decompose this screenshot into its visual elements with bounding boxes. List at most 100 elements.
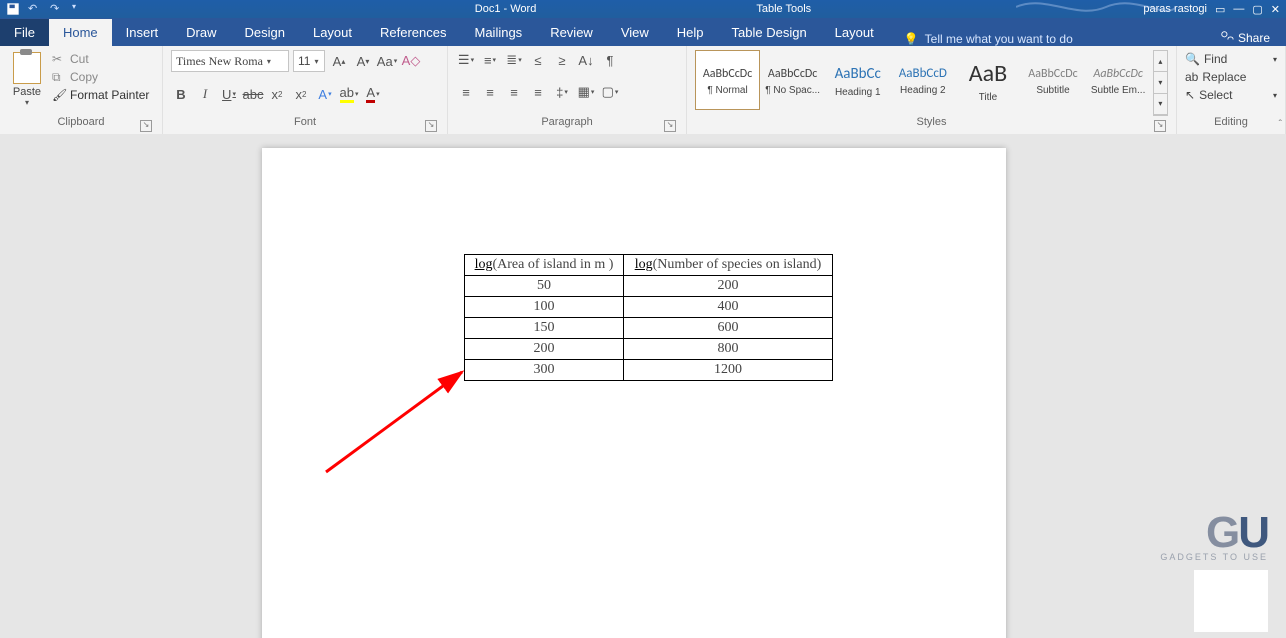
font-color-button[interactable]: A▾ [363,84,383,104]
multilevel-button[interactable]: ≣▾ [504,50,524,70]
justify-button[interactable]: ≡ [528,82,548,102]
document-area[interactable]: log(Area of island in m )log(Number of s… [0,134,1286,638]
text-effects-button[interactable]: A▾ [315,84,335,104]
tab-design[interactable]: Design [231,19,299,46]
table-cell[interactable]: 300 [465,360,624,381]
replace-label: Replace [1202,70,1246,84]
superscript-button[interactable]: x2 [291,84,311,104]
replace-button[interactable]: abReplace [1185,70,1277,84]
chevron-down-icon[interactable]: ▾ [1273,55,1277,64]
dialog-launcher-icon[interactable]: ↘ [664,120,676,132]
increase-indent-button[interactable]: ≥ [552,50,572,70]
tab-layout[interactable]: Layout [299,19,366,46]
table-cell[interactable]: 1200 [624,360,833,381]
styles-scroll[interactable]: ▴▾▾ [1153,50,1168,116]
change-case-button[interactable]: Aa▾ [377,51,397,71]
decrease-indent-button[interactable]: ≤ [528,50,548,70]
tab-view[interactable]: View [607,19,663,46]
dialog-launcher-icon[interactable]: ↘ [140,120,152,132]
table-header[interactable]: log(Area of island in m ) [465,255,624,276]
italic-button[interactable]: I [195,84,215,104]
tab-layout[interactable]: Layout [821,19,888,46]
page[interactable]: log(Area of island in m )log(Number of s… [262,148,1006,638]
chevron-down-icon[interactable]: ▾ [25,98,29,107]
tab-references[interactable]: References [366,19,460,46]
table-cell[interactable]: 100 [465,297,624,318]
close-icon[interactable]: ✕ [1271,3,1280,16]
font-name-combo[interactable]: Times New Roma▾ [171,50,289,72]
redo-icon[interactable]: ↷ [50,2,64,16]
strikethrough-button[interactable]: abc [243,84,263,104]
grow-font-button[interactable]: A▴ [329,51,349,71]
style-title[interactable]: AaBTitle [955,50,1020,110]
save-icon[interactable] [6,2,20,16]
shading-button[interactable]: ▦▾ [576,82,596,102]
borders-button[interactable]: ▢▾ [600,82,620,102]
format-painter-button[interactable]: 🖌Format Painter [52,88,149,102]
numbering-button[interactable]: ≡▾ [480,50,500,70]
group-label: Clipboard [57,116,104,128]
table-cell[interactable]: 200 [624,276,833,297]
paste-button[interactable]: Paste ▾ [8,50,46,116]
line-spacing-button[interactable]: ‡▾ [552,82,572,102]
style--no-spac-[interactable]: AaBbCcDc¶ No Spac... [760,50,825,110]
show-marks-button[interactable]: ¶ [600,50,620,70]
style-name: Heading 2 [900,85,946,96]
bullets-button[interactable]: ☰▾ [456,50,476,70]
table-cell[interactable]: 50 [465,276,624,297]
scroll-up-icon[interactable]: ▴ [1154,51,1167,72]
style--normal[interactable]: AaBbCcDc¶ Normal [695,50,760,110]
scroll-down-icon[interactable]: ▾ [1154,72,1167,93]
align-right-button[interactable]: ≡ [504,82,524,102]
expand-gallery-icon[interactable]: ▾ [1154,94,1167,115]
ribbon-options-icon[interactable]: ▭ [1215,3,1225,16]
document-table[interactable]: log(Area of island in m )log(Number of s… [464,254,833,381]
table-cell[interactable]: 800 [624,339,833,360]
clear-formatting-button[interactable]: A◇ [401,51,421,71]
copy-icon: ⧉ [52,70,66,84]
highlight-button[interactable]: ab▾ [339,84,359,104]
maximize-icon[interactable]: ▢ [1252,3,1262,16]
tab-insert[interactable]: Insert [112,19,173,46]
format-painter-label: Format Painter [70,88,149,102]
align-left-button[interactable]: ≡ [456,82,476,102]
tab-mailings[interactable]: Mailings [461,19,537,46]
style-subtle-em-[interactable]: AaBbCcDcSubtle Em... [1086,50,1151,110]
find-button[interactable]: 🔍Find▾ [1185,52,1277,66]
minimize-icon[interactable]: — [1233,3,1244,15]
user-name[interactable]: paras rastogi [1143,3,1207,15]
chevron-down-icon[interactable]: ▾ [267,57,271,66]
table-cell[interactable]: 600 [624,318,833,339]
dialog-launcher-icon[interactable]: ↘ [425,120,437,132]
style-heading-2[interactable]: AaBbCcDHeading 2 [890,50,955,110]
underline-button[interactable]: U▾ [219,84,239,104]
cut-button[interactable]: ✂Cut [52,52,149,66]
tab-file[interactable]: File [0,19,49,46]
sort-button[interactable]: A↓ [576,50,596,70]
tab-home[interactable]: Home [49,19,112,46]
align-center-button[interactable]: ≡ [480,82,500,102]
tab-table-design[interactable]: Table Design [718,19,821,46]
tell-me-box[interactable]: 💡 Tell me what you want to do [904,32,1073,46]
select-button[interactable]: ↖Select▾ [1185,88,1277,102]
table-cell[interactable]: 150 [465,318,624,339]
subscript-button[interactable]: x2 [267,84,287,104]
tab-help[interactable]: Help [663,19,718,46]
style-heading-1[interactable]: AaBbCcHeading 1 [825,50,890,110]
table-header[interactable]: log(Number of species on island) [624,255,833,276]
share-button[interactable]: Share [1220,29,1270,46]
tab-review[interactable]: Review [536,19,607,46]
bold-button[interactable]: B [171,84,191,104]
undo-icon[interactable]: ↶ [28,2,42,16]
chevron-down-icon[interactable]: ▾ [314,57,318,66]
style-subtitle[interactable]: AaBbCcDcSubtitle [1020,50,1085,110]
collapse-ribbon-icon[interactable]: ˆ [1279,119,1282,130]
table-cell[interactable]: 400 [624,297,833,318]
dialog-launcher-icon[interactable]: ↘ [1154,120,1166,132]
chevron-down-icon[interactable]: ▾ [1273,91,1277,100]
shrink-font-button[interactable]: A▾ [353,51,373,71]
qat-dropdown-icon[interactable]: ▾ [72,2,86,16]
table-cell[interactable]: 200 [465,339,624,360]
tab-draw[interactable]: Draw [172,19,230,46]
font-size-combo[interactable]: 11▾ [293,50,325,72]
